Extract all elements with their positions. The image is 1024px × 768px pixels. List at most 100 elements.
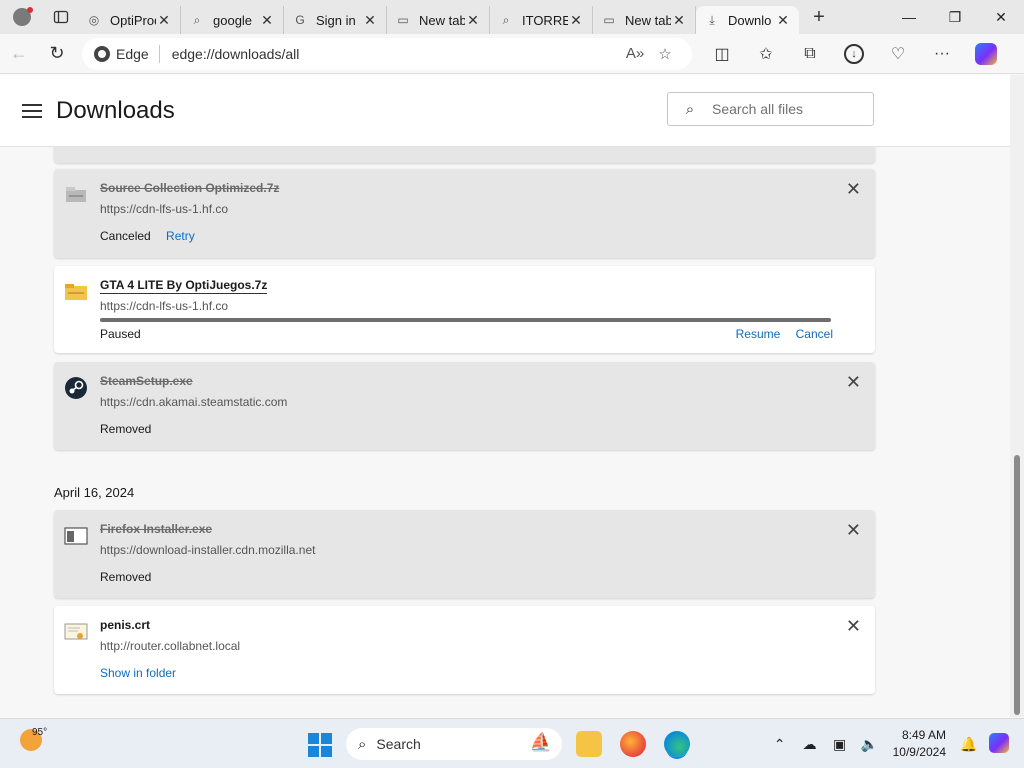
clock-date: 10/9/2024 (892, 745, 946, 759)
weather-widget[interactable]: 95° (20, 727, 47, 751)
resume-link[interactable]: Resume (736, 327, 781, 341)
ship-highlight-icon: ⛵ (529, 732, 552, 752)
folder-zip-icon (64, 280, 88, 304)
status-text: Paused (100, 327, 141, 341)
file-name[interactable]: GTA 4 LITE By OptiJuegos.7z (100, 278, 268, 294)
tab-title: google (213, 12, 253, 28)
collections-button[interactable]: ⧉ (788, 38, 832, 70)
certificate-icon (64, 620, 88, 644)
tab-6[interactable]: ⤓ Downlo ✕ (696, 6, 799, 34)
cancel-link[interactable]: Cancel (796, 327, 833, 341)
search-box[interactable]: ⌕ (667, 92, 874, 126)
downloads-button[interactable]: ↓ (832, 38, 876, 70)
chevron-up-icon[interactable]: ⌃ (765, 736, 795, 753)
notification-bell-icon[interactable]: 🔔 (954, 736, 984, 753)
window-controls: — ❐ ✕ (886, 0, 1024, 34)
copilot-taskbar-icon[interactable] (984, 732, 1014, 756)
tab-2[interactable]: G Sign in ✕ (284, 6, 387, 34)
onedrive-icon[interactable]: ☁ (795, 736, 825, 753)
favorites-button[interactable]: ✩ (744, 38, 788, 70)
download-icon: ⤓ (709, 12, 715, 27)
download-actions: Resume Cancel (736, 327, 833, 341)
read-aloud-icon[interactable]: A» (620, 45, 650, 62)
search-icon: ⌕ (358, 735, 367, 753)
favorite-star-icon[interactable]: ☆ (650, 45, 680, 63)
tab-title: New tab (625, 12, 671, 28)
remove-item-icon[interactable]: ✕ (846, 179, 861, 200)
taskbar-search-label: Search (376, 736, 421, 752)
optiprod-favicon-icon: ◎ (88, 13, 100, 27)
toolbar-right: ◫ ✩ ⧉ ↓ ♡ ··· (700, 38, 1008, 70)
clock[interactable]: 8:49 AM 10/9/2024 (893, 727, 946, 761)
copilot-button[interactable] (964, 38, 1008, 70)
tab-1[interactable]: ⌕ google ✕ (181, 6, 284, 34)
tab-title: Downlo (728, 12, 772, 28)
tab-0[interactable]: ◎ OptiProd ✕ (78, 6, 181, 34)
downloads-page: Downloads ⌕ Source Collection Optimized.… (0, 75, 1024, 717)
close-tab-icon[interactable]: ✕ (465, 12, 481, 29)
file-explorer-icon[interactable] (576, 731, 602, 757)
tab-actions-button[interactable] (44, 0, 78, 34)
edge-chip-label: Edge (116, 45, 149, 62)
edge-logo-icon (94, 45, 110, 62)
profile-button[interactable] (0, 0, 44, 34)
progress-fill (100, 318, 831, 322)
volume-icon[interactable]: 🔈 (855, 736, 885, 753)
file-name[interactable]: penis.crt (100, 618, 150, 632)
new-tab-button[interactable]: + (799, 0, 839, 34)
settings-more-button[interactable]: ··· (920, 38, 964, 70)
download-icon: ↓ (844, 43, 864, 64)
search-icon: ⌕ (685, 100, 695, 118)
tab-title: Sign in (316, 12, 356, 28)
firefox-icon[interactable] (620, 731, 646, 757)
minimize-button[interactable]: — (886, 0, 932, 34)
close-window-button[interactable]: ✕ (978, 0, 1024, 34)
network-icon[interactable]: ▣ (825, 736, 855, 753)
refresh-button[interactable]: ↻ (38, 38, 76, 70)
search-icon: ⌕ (502, 12, 510, 27)
file-url: http://router.collabnet.local (100, 639, 241, 653)
remove-item-icon[interactable]: ✕ (846, 616, 861, 637)
show-in-folder-link[interactable]: Show in folder (100, 666, 176, 680)
menu-icon[interactable] (22, 103, 42, 118)
file-name[interactable]: SteamSetup.exe (100, 374, 193, 388)
file-status-row: Canceled Retry (100, 229, 195, 243)
browser-essentials-button[interactable]: ♡ (876, 38, 920, 70)
back-button[interactable]: ← (0, 38, 38, 70)
tab-4[interactable]: ⌕ ITORREN ✕ (490, 6, 593, 34)
tab-5[interactable]: ▭ New tab ✕ (593, 6, 696, 34)
file-url: https://cdn.akamai.steamstatic.com (100, 395, 288, 409)
close-tab-icon[interactable]: ✕ (362, 12, 378, 29)
close-tab-icon[interactable]: ✕ (775, 12, 791, 29)
retry-link[interactable]: Retry (166, 229, 195, 243)
remove-item-icon[interactable]: ✕ (846, 372, 861, 393)
remove-item-icon[interactable]: ✕ (846, 520, 861, 541)
split-screen-button[interactable]: ◫ (700, 38, 744, 70)
search-input[interactable] (712, 101, 862, 117)
tab-title: OptiProd (110, 12, 156, 28)
close-tab-icon[interactable]: ✕ (259, 12, 275, 29)
address-bar[interactable]: Edge edge://downloads/all A» ☆ (82, 37, 692, 70)
url-text[interactable]: edge://downloads/all (172, 46, 620, 62)
taskbar-search[interactable]: ⌕ Search ⛵ (346, 728, 562, 760)
file-url: https://cdn-lfs-us-1.hf.co (100, 299, 229, 313)
page-scrollbar[interactable] (1010, 75, 1024, 717)
file-name[interactable]: Firefox Installer.exe (100, 522, 212, 536)
installer-icon (64, 524, 88, 548)
notification-dot (27, 7, 33, 13)
file-name[interactable]: Source Collection Optimized.7z (100, 181, 279, 195)
search-icon: ⌕ (193, 12, 201, 27)
tab-strip: ◎ OptiProd ✕ ⌕ google ✕ G Sign in ✕ ▭ Ne… (0, 0, 1024, 34)
restore-button[interactable]: ❐ (932, 0, 978, 34)
download-item: Source Collection Optimized.7z https://c… (54, 169, 875, 258)
edge-app-icon[interactable] (664, 731, 690, 757)
scrollbar-thumb[interactable] (1014, 455, 1020, 715)
download-item: SteamSetup.exe https://cdn.akamai.steams… (54, 362, 875, 450)
start-button[interactable] (308, 733, 332, 757)
tab-3[interactable]: ▭ New tab ✕ (387, 6, 490, 34)
date-group-heading: April 16, 2024 (54, 485, 135, 500)
copilot-icon (975, 42, 997, 65)
close-tab-icon[interactable]: ✕ (671, 12, 687, 29)
close-tab-icon[interactable]: ✕ (568, 12, 584, 29)
close-tab-icon[interactable]: ✕ (156, 12, 172, 29)
